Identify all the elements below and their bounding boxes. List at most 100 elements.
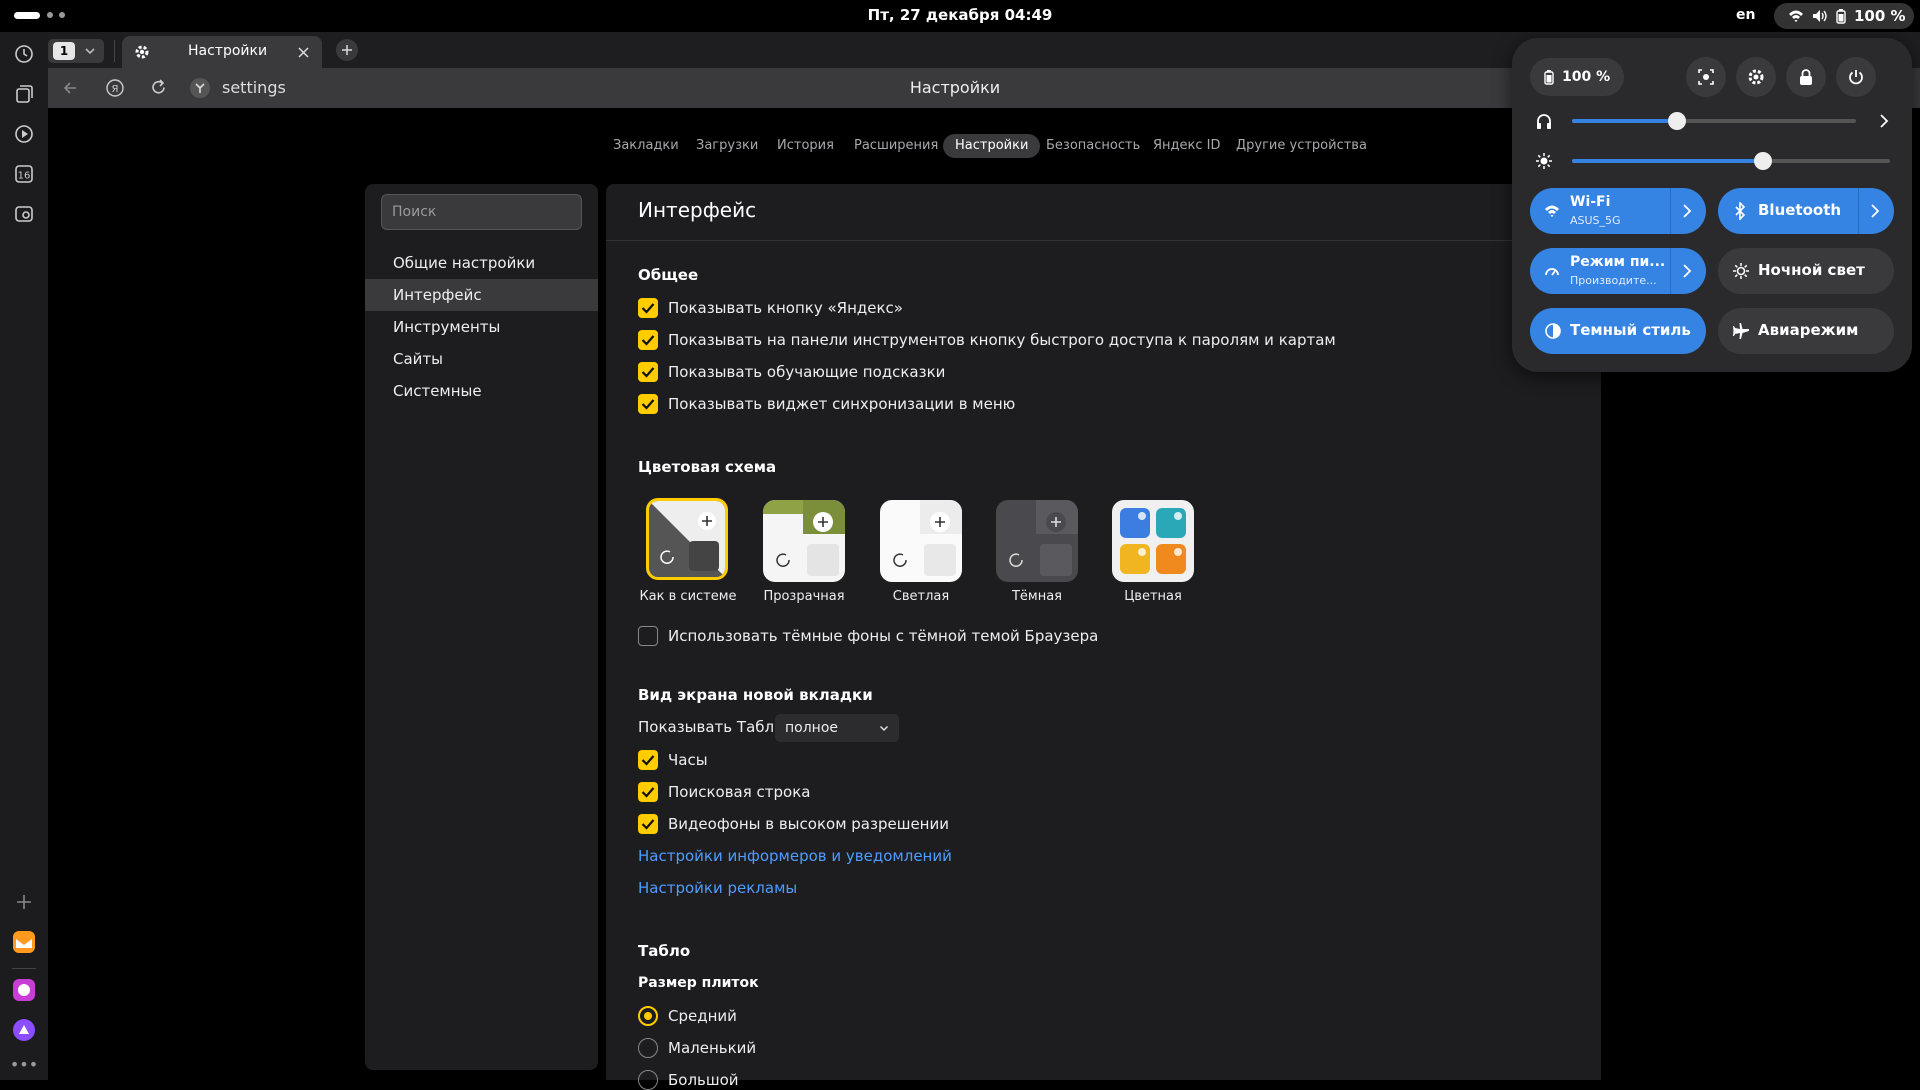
- power-mode-icon: [1545, 268, 1559, 276]
- sidebar-item-system[interactable]: Системные: [365, 375, 598, 407]
- chevron-right-icon[interactable]: [1878, 113, 1890, 129]
- checkbox-search-bar[interactable]: [638, 782, 658, 802]
- tab-settings[interactable]: Настройки: [122, 36, 322, 68]
- bluetooth-toggle[interactable]: Bluetooth: [1718, 188, 1894, 234]
- video-icon[interactable]: [12, 122, 36, 146]
- screenshot-icon[interactable]: [12, 202, 36, 226]
- theme-label: Светлая: [892, 589, 950, 604]
- chevron-right-icon[interactable]: [1682, 203, 1692, 219]
- theme-light[interactable]: [880, 500, 962, 582]
- nav-yandex-id[interactable]: Яндекс ID: [1153, 134, 1221, 158]
- option-label: Показывать на панели инструментов кнопку…: [668, 331, 1336, 349]
- clock[interactable]: Пт, 27 декабря 04:49: [0, 6, 1920, 24]
- night-light-toggle[interactable]: Ночной свет: [1718, 248, 1894, 294]
- bluetooth-icon: [1735, 202, 1746, 220]
- link-informers-settings[interactable]: Настройки информеров и уведомлений: [638, 847, 952, 865]
- radio-size-large[interactable]: [638, 1070, 658, 1090]
- checkbox-yandex-button[interactable]: [638, 298, 658, 318]
- tablo-value: полное: [785, 720, 838, 736]
- nav-extensions[interactable]: Расширения: [854, 134, 938, 158]
- theme-dark[interactable]: [996, 500, 1078, 582]
- checkbox-hd-video[interactable]: [638, 814, 658, 834]
- settings-button[interactable]: [1736, 57, 1776, 97]
- dark-style-toggle[interactable]: Темный стиль: [1530, 308, 1706, 354]
- dock-divider: [12, 968, 36, 969]
- checkbox-clock[interactable]: [638, 750, 658, 770]
- quick-settings-menu: 100 % Wi-Fi ASUS_5G Bluetooth Режим пи..…: [1512, 38, 1912, 372]
- gear-icon: [135, 45, 149, 59]
- night-light-icon: [1733, 263, 1749, 279]
- nav-other-devices[interactable]: Другие устройства: [1236, 134, 1367, 158]
- screenshot-button[interactable]: [1686, 57, 1726, 97]
- theme-label: Прозрачная: [763, 589, 845, 604]
- nav-downloads[interactable]: Загрузки: [696, 134, 758, 158]
- option-label: Поисковая строка: [668, 783, 811, 801]
- sidebar-item-general[interactable]: Общие настройки: [365, 247, 598, 279]
- collections-icon[interactable]: [12, 82, 36, 106]
- radio-size-medium[interactable]: [638, 1006, 658, 1026]
- checkbox-passwords-button[interactable]: [638, 330, 658, 350]
- chevron-right-icon[interactable]: [1682, 263, 1692, 279]
- nav-history[interactable]: История: [777, 134, 834, 158]
- headphones-icon: [1537, 114, 1551, 129]
- more-icon[interactable]: •••: [10, 1052, 38, 1076]
- wifi-icon: [1789, 10, 1803, 22]
- section-color-scheme: Цветовая схема: [638, 458, 777, 476]
- radio-size-small[interactable]: [638, 1038, 658, 1058]
- settings-search-input[interactable]: Поиск: [381, 194, 582, 230]
- sidebar-item-sites[interactable]: Сайты: [365, 343, 598, 375]
- lock-icon: [1800, 69, 1812, 85]
- airplane-mode-toggle[interactable]: Авиарежим: [1718, 308, 1894, 354]
- theme-colorful[interactable]: [1112, 500, 1194, 582]
- sidebar-item-tools[interactable]: Инструменты: [365, 311, 598, 343]
- checkbox-dark-backgrounds[interactable]: [638, 626, 658, 646]
- add-icon[interactable]: [12, 890, 36, 914]
- battery-status[interactable]: 100 %: [1530, 58, 1624, 96]
- dark-style-label: Темный стиль: [1570, 321, 1691, 339]
- power-mode-value: Производите...: [1570, 274, 1657, 287]
- option-label: Большой: [668, 1071, 739, 1089]
- tab-counter[interactable]: 1: [48, 39, 104, 63]
- power-mode-toggle[interactable]: Режим пи... Производите...: [1530, 248, 1706, 294]
- lock-button[interactable]: [1786, 57, 1826, 97]
- nav-security[interactable]: Безопасность: [1046, 134, 1140, 158]
- toggle-divider: [1670, 188, 1671, 234]
- checkbox-tutorial-hints[interactable]: [638, 362, 658, 382]
- volume-knob[interactable]: [1668, 112, 1686, 130]
- volume-icon: [1813, 10, 1827, 22]
- messenger-app-icon[interactable]: [12, 978, 36, 1002]
- checkbox-sync-widget[interactable]: [638, 394, 658, 414]
- new-tab-button[interactable]: [336, 39, 358, 61]
- wifi-icon: [1545, 205, 1559, 217]
- nav-bookmarks[interactable]: Закладки: [613, 134, 679, 158]
- sidebar-item-interface[interactable]: Интерфейс: [365, 279, 598, 311]
- toggle-divider: [1670, 248, 1671, 294]
- system-indicators[interactable]: 100 %: [1774, 3, 1914, 29]
- brightness-knob[interactable]: [1754, 152, 1772, 170]
- night-light-label: Ночной свет: [1758, 261, 1865, 279]
- power-button[interactable]: [1836, 57, 1876, 97]
- theme-label: Как в системе: [639, 589, 737, 604]
- nav-settings[interactable]: Настройки: [943, 134, 1041, 158]
- close-icon[interactable]: [298, 47, 309, 58]
- calendar-icon[interactable]: 16: [12, 162, 36, 186]
- keyboard-layout[interactable]: en: [1736, 7, 1755, 23]
- battery-level: 100 %: [1854, 7, 1906, 25]
- divider: [606, 240, 1601, 241]
- brightness-slider[interactable]: [1572, 152, 1890, 170]
- chevron-right-icon[interactable]: [1870, 203, 1880, 219]
- chevron-down-icon: [879, 725, 889, 732]
- wifi-toggle[interactable]: Wi-Fi ASUS_5G: [1530, 188, 1706, 234]
- alice-app-icon[interactable]: [12, 1018, 36, 1042]
- battery-icon: [1544, 69, 1554, 85]
- theme-transparent[interactable]: [763, 500, 845, 582]
- section-tablo: Табло: [638, 942, 691, 960]
- mail-app-icon[interactable]: [12, 930, 36, 954]
- volume-slider[interactable]: [1572, 112, 1856, 130]
- theme-system[interactable]: [646, 498, 728, 580]
- tablo-select[interactable]: полное: [775, 714, 899, 742]
- battery-percent: 100 %: [1562, 69, 1611, 85]
- link-ads-settings[interactable]: Настройки рекламы: [638, 879, 797, 897]
- history-icon[interactable]: [12, 42, 36, 66]
- airplane-label: Авиарежим: [1758, 321, 1859, 339]
